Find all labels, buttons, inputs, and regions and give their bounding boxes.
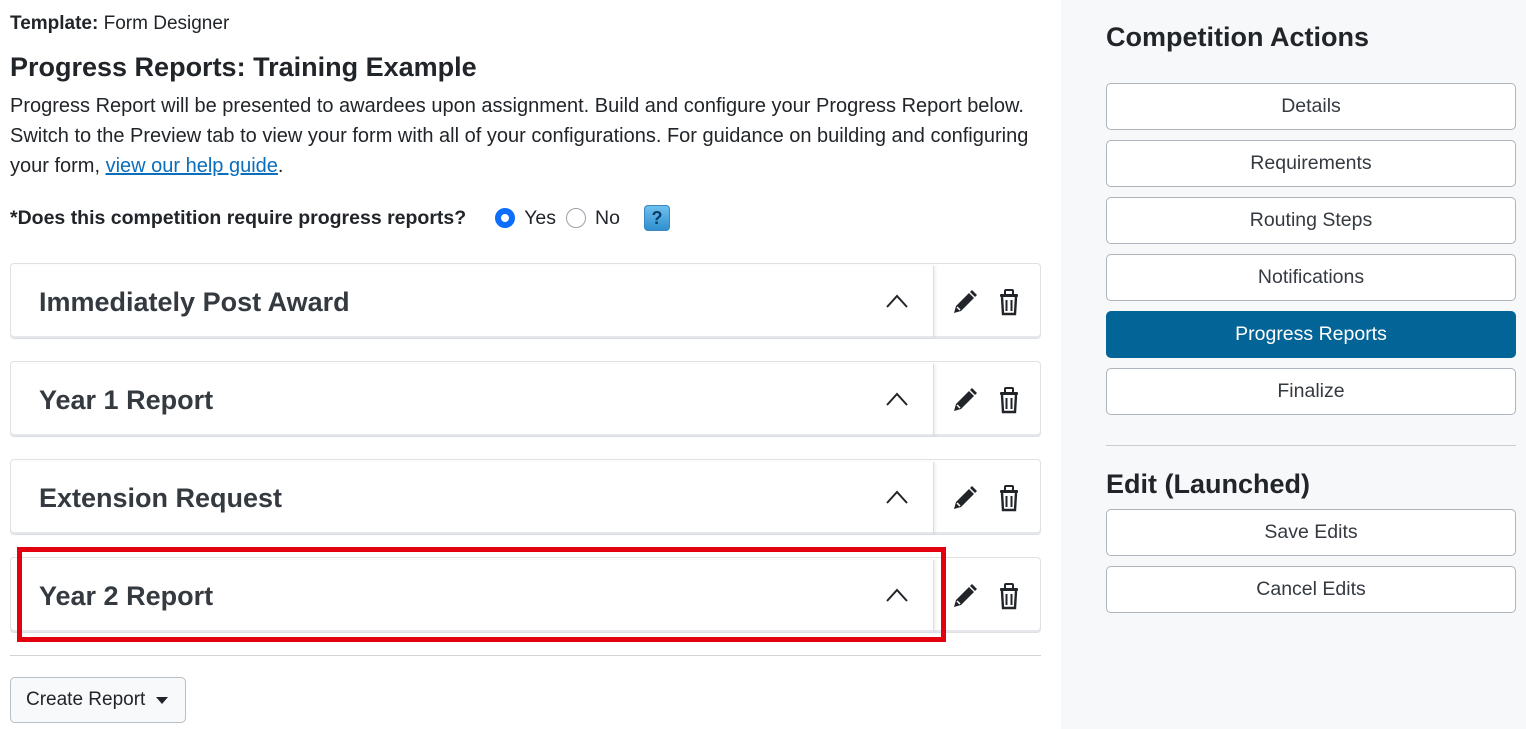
template-label: Template: — [10, 13, 99, 34]
pencil-icon[interactable] — [951, 386, 977, 414]
report-title: Year 2 Report — [39, 581, 214, 611]
sidebar-action-details[interactable]: Details — [1106, 83, 1516, 130]
pencil-icon[interactable] — [951, 484, 977, 512]
intro-end: . — [277, 155, 284, 177]
pencil-icon[interactable] — [951, 288, 977, 316]
page-title: Progress Reports: Training Example — [10, 52, 477, 82]
trash-icon[interactable] — [996, 484, 1022, 512]
sidebar-action-cancel-edits[interactable]: Cancel Edits — [1106, 566, 1516, 613]
chevron-up-icon[interactable] — [886, 392, 908, 406]
sidebar-divider — [1106, 445, 1516, 446]
radio-yes[interactable] — [495, 208, 516, 228]
sidebar: Competition Actions Details Requirements R… — [1061, 0, 1526, 729]
divider — [10, 655, 1041, 656]
main-content: Template: Form Designer Progress Reports… — [10, 0, 1041, 729]
chevron-up-icon[interactable] — [886, 490, 908, 504]
report-title: Immediately Post Award — [39, 287, 350, 317]
sidebar-action-progress-reports[interactable]: Progress Reports — [1106, 311, 1516, 358]
help-guide-link[interactable]: view our help guide — [106, 155, 278, 177]
requirement-radio-group: Yes No ? — [495, 205, 670, 231]
radio-no-label[interactable]: No — [595, 207, 620, 230]
edit-launched-heading: Edit (Launched) — [1106, 469, 1310, 499]
trash-icon[interactable] — [996, 288, 1022, 316]
help-icon[interactable]: ? — [643, 205, 670, 231]
report-header[interactable]: Extension Request — [13, 462, 934, 534]
radio-yes-label[interactable]: Yes — [524, 207, 556, 230]
sidebar-action-requirements[interactable]: Requirements — [1106, 140, 1516, 187]
chevron-up-icon[interactable] — [886, 588, 908, 602]
chevron-up-icon[interactable] — [886, 294, 908, 308]
report-row: Year 1 Report — [10, 361, 1041, 437]
caret-down-icon — [156, 696, 169, 704]
trash-icon[interactable] — [996, 386, 1022, 414]
trash-icon[interactable] — [996, 582, 1022, 610]
report-header[interactable]: Year 1 Report — [13, 364, 934, 436]
template-value: Form Designer — [103, 13, 230, 34]
radio-no[interactable] — [566, 208, 586, 228]
sidebar-action-save-edits[interactable]: Save Edits — [1106, 509, 1516, 556]
report-row: Immediately Post Award — [10, 263, 1041, 339]
create-report-label: Create Report — [26, 689, 146, 710]
sidebar-action-routing-steps[interactable]: Routing Steps — [1106, 197, 1516, 244]
report-row: Extension Request — [10, 459, 1041, 535]
create-report-button[interactable]: Create Report — [10, 677, 186, 723]
report-title: Year 1 Report — [39, 385, 214, 415]
sidebar-action-finalize[interactable]: Finalize — [1106, 368, 1516, 415]
pencil-icon[interactable] — [951, 582, 977, 610]
intro-paragraph: Progress Report will be presented to awa… — [10, 91, 1045, 181]
template-indicator: Template: Form Designer — [10, 12, 229, 36]
progress-report-requirement: *Does this competition require progress … — [10, 203, 710, 233]
report-header[interactable]: Immediately Post Award — [13, 266, 934, 338]
report-title: Extension Request — [39, 483, 283, 513]
sidebar-action-notifications[interactable]: Notifications — [1106, 254, 1516, 301]
requirement-question: *Does this competition require progress … — [10, 206, 467, 229]
competition-actions-heading: Competition Actions — [1106, 22, 1369, 52]
report-row: Year 2 Report — [10, 557, 1041, 633]
report-header[interactable]: Year 2 Report — [13, 560, 934, 632]
